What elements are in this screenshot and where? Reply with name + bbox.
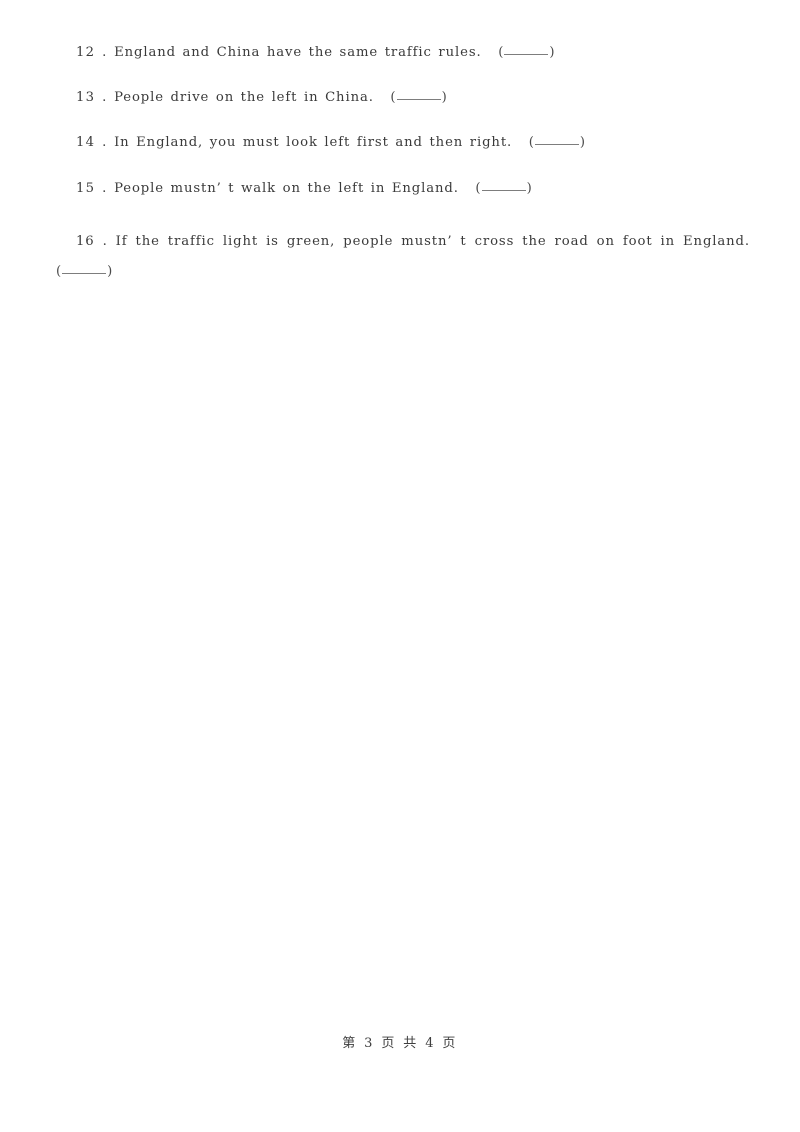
paren-close: )	[441, 90, 447, 106]
paren-open: (	[390, 90, 396, 106]
question-text: People drive on the left in China.	[114, 90, 374, 106]
question-number: 13 .	[76, 90, 108, 106]
question-item-16: 16 . If the traffic light is green, peop…	[56, 227, 750, 286]
question-text: England and China have the same traffic …	[114, 45, 482, 60]
question-number: 16 .	[76, 233, 108, 249]
worksheet-page: 12 . England and China have the same tra…	[0, 0, 800, 1132]
answer-blank[interactable]: ()	[529, 136, 585, 149]
paren-close: )	[579, 135, 586, 151]
question-text: If the traffic light is green, people mu…	[115, 233, 750, 249]
answer-blank[interactable]: ()	[475, 182, 531, 195]
answer-blank[interactable]: ()	[56, 257, 112, 287]
question-item-13: 13 . People drive on the left in China. …	[56, 91, 750, 104]
blank-rule	[62, 272, 107, 274]
question-item-14: 14 . In England, you must look left firs…	[56, 136, 750, 149]
paren-close: )	[549, 45, 555, 60]
question-item-15: 15 . People mustn’ t walk on the left in…	[56, 182, 750, 195]
blank-rule	[504, 54, 549, 55]
blank-rule	[534, 144, 579, 146]
question-text: People mustn’ t walk on the left in Engl…	[114, 180, 459, 196]
question-list: 12 . England and China have the same tra…	[56, 46, 750, 286]
paren-open: (	[528, 135, 534, 151]
blank-rule	[396, 99, 441, 101]
question-item-12: 12 . England and China have the same tra…	[56, 46, 750, 59]
paren-open: (	[475, 180, 481, 196]
page-footer: 第 3 页 共 4 页	[342, 1036, 458, 1051]
paren-close: )	[107, 263, 113, 279]
question-number: 15 .	[76, 180, 108, 196]
answer-blank[interactable]: ()	[498, 46, 554, 59]
question-number: 14 .	[76, 135, 108, 151]
paren-open: (	[56, 263, 62, 279]
question-number: 12 .	[76, 45, 108, 60]
answer-blank[interactable]: ()	[390, 91, 446, 104]
paren-close: )	[526, 180, 532, 196]
paren-open: (	[498, 45, 504, 60]
blank-rule	[481, 189, 526, 191]
question-text: In England, you must look left first and…	[114, 135, 513, 151]
